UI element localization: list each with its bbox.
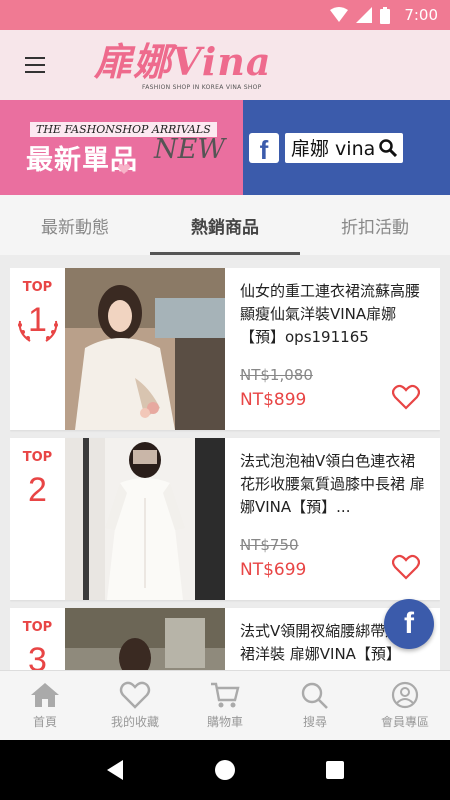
nav-label: 購物車 — [206, 715, 243, 729]
hamburger-icon — [25, 57, 45, 73]
menu-button[interactable] — [0, 30, 70, 100]
home-icon — [31, 683, 59, 707]
brand-name: 扉娜Vina — [94, 38, 272, 84]
app-header: 扉娜Vina FASHION SHOP IN KOREA VINA SHOP — [0, 30, 450, 100]
status-bar: 7:00 — [0, 0, 450, 30]
battery-icon — [380, 6, 391, 24]
facebook-logo-icon: f — [249, 132, 279, 163]
bottom-navigation: 首頁 我的收藏 購物車 搜尋 會員專區 — [0, 670, 450, 740]
product-list[interactable]: TOP 1 仙女的重工連衣裙流蘇高腰顯瘦仙氣洋裝VINA扉娜【預】ops1911… — [10, 268, 440, 670]
product-card[interactable]: TOP 2 法式泡泡袖V領白色連衣裙花形收腰氣質過膝中長裙 扉娜VINA【預】.… — [10, 438, 440, 600]
rank-badge: TOP 3 — [10, 608, 65, 670]
search-icon — [379, 138, 398, 157]
tab-label: 最新動態 — [41, 217, 109, 238]
favorite-heart-icon[interactable] — [392, 554, 420, 580]
rank-number: 1 — [18, 301, 59, 342]
category-tabs: 最新動態 熱銷商品 折扣活動 — [0, 195, 450, 255]
rank-number: 2 — [28, 471, 47, 509]
product-image[interactable] — [65, 268, 225, 430]
brand-tagline: FASHION SHOP IN KOREA VINA SHOP — [142, 83, 262, 91]
tab-discounts[interactable]: 折扣活動 — [300, 195, 450, 255]
rank-badge: TOP 1 — [10, 268, 65, 430]
system-navigation-bar — [0, 740, 450, 800]
tab-hot-products[interactable]: 熱銷商品 — [150, 195, 300, 255]
recents-icon[interactable] — [325, 760, 345, 780]
promo-banner: THE FASHONSHOP ARRIVALS 最新單品 NEW f 扉娜 vi… — [0, 100, 450, 195]
sale-price: NT$699 — [240, 560, 307, 580]
brand-logo[interactable]: 扉娜Vina FASHION SHOP IN KOREA VINA SHOP — [94, 38, 272, 91]
heart-decoration-icon — [118, 164, 130, 174]
rank-label: TOP — [22, 280, 53, 295]
favorite-heart-icon[interactable] — [392, 384, 420, 410]
product-title: 法式泡泡袖V領白色連衣裙花形收腰氣質過膝中長裙 扉娜VINA【預】... — [240, 452, 425, 516]
original-price: NT$750 — [240, 536, 299, 554]
status-time: 7:00 — [404, 6, 438, 24]
sale-price: NT$899 — [240, 390, 307, 410]
rank-label: TOP — [22, 450, 53, 465]
product-info: 法式泡泡袖V領白色連衣裙花形收腰氣質過膝中長裙 扉娜VINA【預】... NT$… — [225, 438, 440, 600]
product-title: 仙女的重工連衣裙流蘇高腰顯瘦仙氣洋裝VINA扉娜【預】ops191165 — [240, 282, 421, 346]
nav-label: 搜尋 — [302, 715, 327, 729]
wifi-icon — [330, 7, 349, 22]
laurel-icon — [18, 320, 59, 342]
product-info: 仙女的重工連衣裙流蘇高腰顯瘦仙氣洋裝VINA扉娜【預】ops191165 NT$… — [225, 268, 440, 430]
tab-latest-news[interactable]: 最新動態 — [0, 195, 150, 255]
back-icon[interactable] — [105, 759, 125, 781]
facebook-search-box[interactable]: 扉娜 vina — [285, 132, 404, 163]
original-price: NT$1,080 — [240, 366, 313, 384]
facebook-banner[interactable]: f 扉娜 vina — [243, 100, 450, 195]
rank-label: TOP — [22, 620, 53, 635]
nav-search[interactable]: 搜尋 — [270, 671, 360, 740]
rank-badge: TOP 2 — [10, 438, 65, 600]
account-icon — [391, 681, 419, 709]
signal-icon — [356, 7, 373, 23]
product-image[interactable] — [65, 438, 225, 600]
nav-favorites[interactable]: 我的收藏 — [90, 671, 180, 740]
nav-label: 會員專區 — [380, 715, 429, 729]
rank-number: 3 — [28, 641, 47, 670]
nav-label: 首頁 — [32, 715, 57, 729]
cart-icon — [211, 682, 240, 708]
tab-label: 熱銷商品 — [191, 217, 259, 238]
home-circle-icon[interactable] — [214, 759, 236, 781]
nav-home[interactable]: 首頁 — [0, 671, 90, 740]
nav-cart[interactable]: 購物車 — [180, 671, 270, 740]
heart-icon — [119, 681, 151, 709]
tab-label: 折扣活動 — [341, 217, 409, 238]
product-card[interactable]: TOP 1 仙女的重工連衣裙流蘇高腰顯瘦仙氣洋裝VINA扉娜【預】ops1911… — [10, 268, 440, 430]
facebook-fab-button[interactable]: f — [384, 599, 434, 649]
nav-label: 我的收藏 — [110, 715, 159, 729]
nav-account[interactable]: 會員專區 — [360, 671, 450, 740]
new-arrivals-banner[interactable]: THE FASHONSHOP ARRIVALS 最新單品 NEW — [0, 100, 243, 195]
search-icon — [301, 682, 328, 709]
facebook-search-text: 扉娜 vina — [291, 138, 376, 160]
product-card[interactable]: TOP 3 法式V領開衩縮腰綁帶連身裙洋裝 扉娜VINA【預】 — [10, 608, 440, 670]
product-image[interactable] — [65, 608, 225, 670]
new-text: NEW — [154, 134, 226, 165]
facebook-icon: f — [404, 607, 414, 640]
